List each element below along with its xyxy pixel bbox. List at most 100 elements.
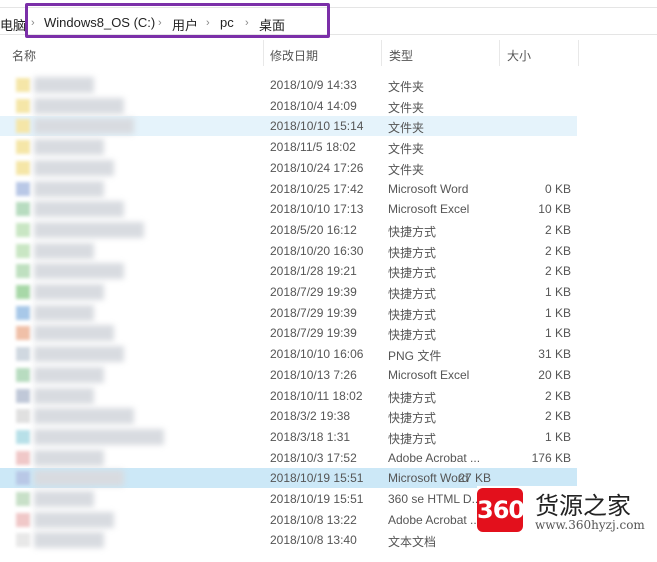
file-size: 1 KB [544,429,571,444]
file-name-blurred [34,201,124,218]
file-type: 快捷方式 [388,307,437,322]
file-size: 2 KB [544,264,571,279]
file-icon [16,388,30,403]
file-row[interactable]: 2018/7/29 19:39 快捷方式 1 KB [0,303,657,323]
file-name-blurred [34,346,124,363]
file-size: 1 KB [544,326,571,341]
file-row[interactable]: 2018/3/18 1:31 快捷方式 1 KB [0,427,657,447]
column-header: 名称 修改日期 类型 大小 [0,44,657,66]
file-row[interactable]: 2018/7/29 19:39 快捷方式 1 KB [0,323,657,343]
file-icon [16,367,30,382]
file-date: 2018/7/29 19:39 [270,285,357,299]
file-size: 2 KB [544,388,571,403]
file-name-blurred [34,511,114,528]
file-date: 2018/10/10 16:06 [270,347,364,362]
file-row[interactable]: 2018/10/10 15:14 文件夹 [0,116,577,137]
file-name-blurred [34,470,124,487]
file-size: 1 KB [544,285,571,299]
file-icon [16,347,30,362]
file-icon [16,140,30,155]
file-size: 2 KB [544,409,571,424]
file-size: 2 KB [544,243,571,258]
file-size: 20 KB [538,367,571,382]
file-row[interactable]: 2018/10/24 17:26 文件夹 [0,158,657,178]
file-row[interactable]: 2018/5/20 16:12 快捷方式 2 KB [0,220,657,240]
file-type: 文件夹 [388,121,425,136]
file-date: 2018/10/13 7:26 [270,367,357,382]
file-row[interactable]: 2018/10/9 14:33 文件夹 [0,75,657,95]
column-size[interactable]: 大小 [507,47,531,64]
file-icon [16,119,30,134]
file-type: Microsoft Excel [388,367,470,382]
file-date: 2018/10/9 14:33 [270,78,357,92]
file-date: 2018/10/11 18:02 [270,388,363,403]
file-type: 文件夹 [388,162,425,177]
file-icon [16,285,30,299]
file-row[interactable]: 2018/11/5 18:02 文件夹 [0,137,657,157]
watermark-url: www.360hyzj.com [535,518,645,532]
file-name-blurred [34,449,104,466]
file-icon [16,305,30,320]
file-name-blurred [34,180,104,197]
file-icon [16,98,30,113]
file-date: 2018/11/5 18:02 [270,140,356,155]
file-row[interactable]: 2018/1/28 19:21 快捷方式 2 KB [0,261,657,281]
column-name[interactable]: 名称 [12,47,36,64]
file-row[interactable]: 2018/10/4 14:09 文件夹 [0,96,657,116]
file-icon [16,471,30,486]
file-size: 1 KB [544,305,571,320]
file-row[interactable]: 2018/10/3 17:52 Adobe Acrobat ... 176 KB [0,448,657,468]
file-type: Microsoft Excel [388,202,470,217]
file-type: 文件夹 [388,100,425,115]
file-date: 2018/10/19 15:51 [270,492,364,506]
file-type: Adobe Acrobat ... [388,450,481,465]
file-row[interactable]: 2018/3/2 19:38 快捷方式 2 KB [0,406,657,426]
file-row[interactable]: 2018/10/10 16:06 PNG 文件 31 KB [0,344,657,364]
file-date: 2018/3/18 1:31 [270,429,351,444]
file-row[interactable]: 2018/10/20 16:30 快捷方式 2 KB [0,241,657,261]
file-size: 27 KB [458,471,491,486]
file-name-blurred [34,532,104,549]
breadcrumb-item[interactable]: 电脑 [0,15,26,34]
file-name-blurred [34,408,134,425]
file-name-blurred [34,97,124,114]
file-type: 文件夹 [388,142,425,157]
file-icon [16,512,30,527]
column-type[interactable]: 类型 [389,47,413,64]
file-size: 2 KB [544,222,571,237]
file-date: 2018/10/25 17:42 [270,181,364,196]
file-date: 2018/10/8 13:22 [270,512,357,527]
file-type: 快捷方式 [388,245,437,260]
file-type: 快捷方式 [388,411,437,426]
file-icon [16,202,30,217]
file-date: 2018/5/20 16:12 [270,222,357,237]
file-row[interactable]: 2018/10/13 7:26 Microsoft Excel 20 KB [0,365,657,385]
file-icon [16,264,30,279]
file-date: 2018/10/4 14:09 [270,98,357,113]
column-date[interactable]: 修改日期 [270,47,318,64]
file-name-blurred [34,491,94,507]
watermark: 360 货源之家 www.360hyzj.com [477,486,657,536]
file-size: 0 KB [544,181,571,196]
file-row[interactable]: 2018/7/29 19:39 快捷方式 1 KB [0,282,657,302]
file-icon [16,222,30,237]
file-type: PNG 文件 [388,349,442,364]
file-name-blurred [34,263,124,280]
file-name-blurred [34,242,94,259]
file-name-blurred [34,387,94,404]
file-row[interactable]: 2018/10/10 17:13 Microsoft Excel 10 KB [0,199,657,219]
file-icon [16,78,30,92]
file-row[interactable]: 2018/10/25 17:42 Microsoft Word 0 KB [0,179,657,199]
logo: 360 [477,488,525,532]
divider [381,40,382,66]
file-row[interactable]: 2018/10/11 18:02 快捷方式 2 KB [0,386,657,406]
divider [578,40,579,66]
highlight-box [25,3,330,38]
watermark-title: 货源之家 [535,492,631,520]
file-type: 快捷方式 [388,390,437,405]
file-date: 2018/10/20 16:30 [270,243,364,258]
file-date: 2018/3/2 19:38 [270,409,351,424]
divider [499,40,500,66]
file-icon [16,492,30,506]
file-date: 2018/10/24 17:26 [270,160,364,175]
